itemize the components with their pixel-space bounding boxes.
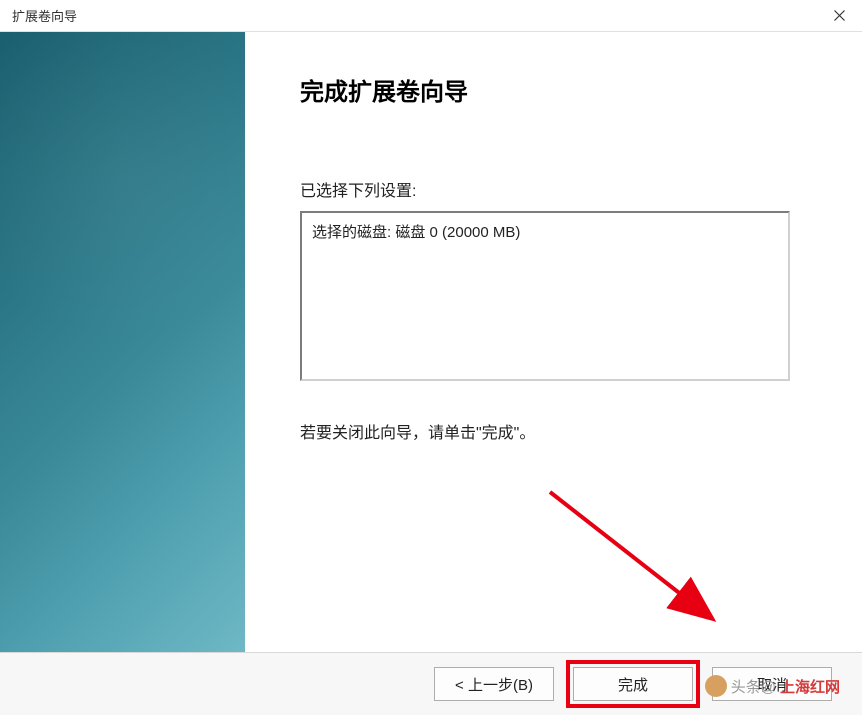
titlebar: 扩展卷向导 [0,0,862,32]
wizard-heading: 完成扩展卷向导 [300,72,807,107]
cancel-button[interactable]: 取消 [712,667,832,701]
selected-disk-item: 选择的磁盘: 磁盘 0 (20000 MB) [312,221,778,242]
settings-label: 已选择下列设置: [300,177,807,201]
finish-highlight: 完成 [566,660,700,708]
finish-button[interactable]: 完成 [573,667,693,701]
wizard-content: 完成扩展卷向导 已选择下列设置: 选择的磁盘: 磁盘 0 (20000 MB) … [245,32,862,652]
back-button[interactable]: < 上一步(B) [434,667,554,701]
settings-listbox[interactable]: 选择的磁盘: 磁盘 0 (20000 MB) [300,211,790,381]
wizard-sidebar-graphic [0,32,245,652]
wizard-footer: < 上一步(B) 完成 取消 [0,652,862,715]
close-hint-text: 若要关闭此向导，请单击"完成"。 [300,419,807,443]
close-icon [834,10,845,21]
window-title: 扩展卷向导 [12,6,77,25]
wizard-body: 完成扩展卷向导 已选择下列设置: 选择的磁盘: 磁盘 0 (20000 MB) … [0,32,862,652]
close-button[interactable] [816,0,862,32]
